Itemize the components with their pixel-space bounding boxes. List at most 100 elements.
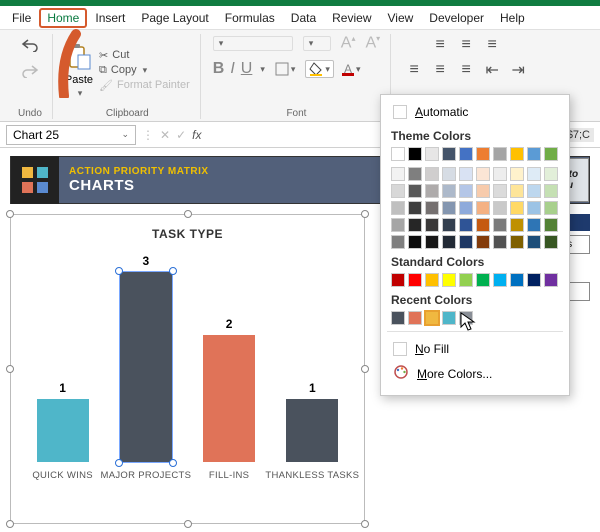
color-swatch[interactable]	[459, 235, 473, 249]
color-swatch[interactable]	[442, 273, 456, 287]
color-swatch[interactable]	[527, 184, 541, 198]
chart-title[interactable]: TASK TYPE	[21, 227, 354, 241]
align-left-icon[interactable]: ≡	[403, 59, 425, 81]
color-swatch[interactable]	[544, 218, 558, 232]
bar-column[interactable]: 3MAJOR PROJECTS	[110, 254, 182, 481]
color-swatch[interactable]	[476, 273, 490, 287]
color-swatch[interactable]	[425, 167, 439, 181]
color-swatch[interactable]	[527, 235, 541, 249]
selection-handle[interactable]	[361, 520, 369, 528]
chart-plot-area[interactable]: 1QUICK WINS3MAJOR PROJECTS2FILL-INS1THAN…	[21, 251, 354, 481]
color-swatch[interactable]	[391, 235, 405, 249]
menu-review[interactable]: Review	[324, 8, 379, 28]
color-swatch[interactable]	[442, 235, 456, 249]
bar-column[interactable]: 1QUICK WINS	[27, 381, 99, 481]
color-swatch[interactable]	[459, 167, 473, 181]
selection-handle[interactable]	[184, 520, 192, 528]
color-swatch[interactable]	[510, 273, 524, 287]
color-swatch[interactable]	[391, 273, 405, 287]
borders-button[interactable]: ▾	[271, 60, 300, 78]
color-swatch[interactable]	[425, 311, 439, 325]
color-swatch[interactable]	[425, 235, 439, 249]
color-swatch[interactable]	[391, 201, 405, 215]
menu-help[interactable]: Help	[492, 8, 533, 28]
menu-insert[interactable]: Insert	[87, 8, 133, 28]
menu-view[interactable]: View	[380, 8, 422, 28]
color-swatch[interactable]	[442, 311, 456, 325]
fx-icon[interactable]: fx	[192, 128, 201, 142]
menu-file[interactable]: File	[4, 8, 39, 28]
color-swatch[interactable]	[527, 201, 541, 215]
color-swatch[interactable]	[459, 184, 473, 198]
selection-handle[interactable]	[115, 267, 123, 275]
no-fill-option[interactable]: No Fill	[391, 338, 559, 360]
color-swatch[interactable]	[476, 184, 490, 198]
chevron-down-icon[interactable]: ⌄	[121, 129, 129, 140]
font-size-box[interactable]: ▾	[303, 36, 331, 51]
menu-developer[interactable]: Developer	[421, 8, 492, 28]
color-swatch[interactable]	[527, 147, 541, 161]
color-swatch[interactable]	[476, 201, 490, 215]
underline-button[interactable]: U	[241, 60, 253, 78]
color-swatch[interactable]	[408, 147, 422, 161]
color-swatch[interactable]	[510, 201, 524, 215]
name-box[interactable]: Chart 25 ⌄	[6, 125, 136, 145]
cancel-icon[interactable]: ✕	[160, 128, 170, 142]
color-swatch[interactable]	[408, 218, 422, 232]
menu-page-layout[interactable]: Page Layout	[133, 8, 216, 28]
color-swatch[interactable]	[476, 147, 490, 161]
color-swatch[interactable]	[510, 147, 524, 161]
color-swatch[interactable]	[493, 235, 507, 249]
more-colors-option[interactable]: More Colors...	[391, 360, 559, 387]
color-swatch[interactable]	[391, 218, 405, 232]
color-swatch[interactable]	[442, 147, 456, 161]
color-swatch[interactable]	[408, 167, 422, 181]
color-swatch[interactable]	[442, 167, 456, 181]
align-top-icon[interactable]: ≡	[429, 34, 451, 56]
color-swatch[interactable]	[493, 147, 507, 161]
color-swatch[interactable]	[544, 167, 558, 181]
color-swatch[interactable]	[510, 218, 524, 232]
color-swatch[interactable]	[425, 273, 439, 287]
color-swatch[interactable]	[391, 184, 405, 198]
color-swatch[interactable]	[527, 273, 541, 287]
color-swatch[interactable]	[425, 184, 439, 198]
color-swatch[interactable]	[442, 184, 456, 198]
color-swatch[interactable]	[408, 273, 422, 287]
color-swatch[interactable]	[459, 311, 473, 325]
color-swatch[interactable]	[510, 184, 524, 198]
selection-handle[interactable]	[361, 365, 369, 373]
color-swatch[interactable]	[527, 218, 541, 232]
color-swatch[interactable]	[544, 184, 558, 198]
color-swatch[interactable]	[493, 184, 507, 198]
color-swatch[interactable]	[459, 273, 473, 287]
bar[interactable]	[120, 272, 172, 462]
color-swatch[interactable]	[425, 147, 439, 161]
font-color-button[interactable]: A▾	[340, 60, 365, 78]
font-grow-icon[interactable]: A▴	[341, 34, 356, 52]
color-swatch[interactable]	[391, 311, 405, 325]
color-swatch[interactable]	[476, 218, 490, 232]
selection-handle[interactable]	[361, 210, 369, 218]
font-name-box[interactable]: ▾	[213, 36, 293, 51]
color-swatch[interactable]	[476, 235, 490, 249]
color-swatch[interactable]	[493, 201, 507, 215]
color-swatch[interactable]	[408, 184, 422, 198]
bold-button[interactable]: B	[213, 60, 225, 78]
format-painter-button[interactable]: 🖌Format Painter	[99, 79, 190, 92]
paste-label[interactable]: Paste	[65, 74, 93, 86]
chart-object[interactable]: TASK TYPE 1QUICK WINS3MAJOR PROJECTS2FIL…	[10, 214, 365, 524]
redo-icon[interactable]	[19, 60, 41, 82]
align-bottom-icon[interactable]: ≡	[481, 34, 503, 56]
color-swatch[interactable]	[408, 201, 422, 215]
color-swatch[interactable]	[442, 201, 456, 215]
selection-handle[interactable]	[6, 210, 14, 218]
menu-data[interactable]: Data	[283, 8, 324, 28]
color-swatch[interactable]	[544, 273, 558, 287]
indent-decrease-icon[interactable]: ⇤	[481, 59, 503, 81]
color-swatch[interactable]	[459, 218, 473, 232]
selection-handle[interactable]	[6, 365, 14, 373]
color-swatch[interactable]	[408, 235, 422, 249]
color-swatch[interactable]	[510, 235, 524, 249]
color-swatch[interactable]	[544, 235, 558, 249]
